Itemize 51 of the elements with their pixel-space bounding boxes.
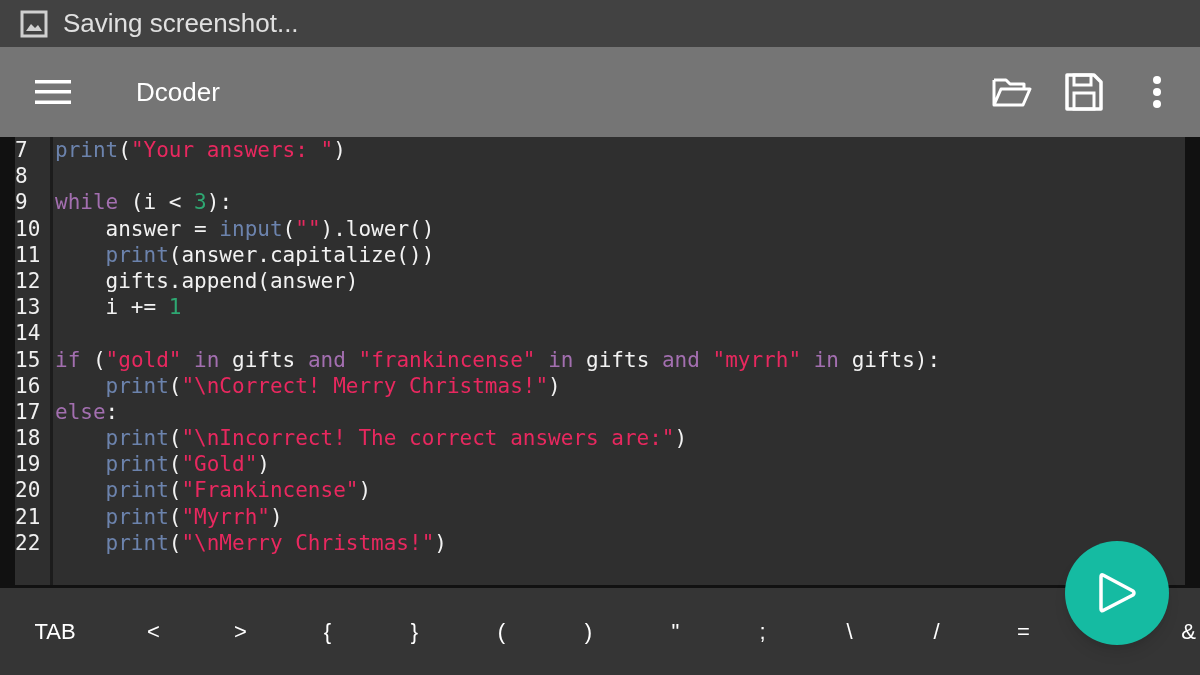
code-line: print("Gold") [105,452,270,477]
line-number: 7 [15,138,28,162]
line-number: 21 [15,504,41,529]
symbol-key[interactable]: = [980,601,1067,662]
code-line: answer = input("").lower() [105,216,435,241]
line-number: 11 [15,242,41,267]
code-line: print("\nCorrect! Merry Christmas!") [105,373,561,398]
line-number: 10 [15,216,41,241]
symbol-key[interactable]: / [893,601,980,662]
symbol-key[interactable]: ; [719,601,806,662]
menu-icon[interactable] [35,79,71,105]
line-number: 14 [15,321,41,346]
line-number: 12 [15,268,41,293]
line-number: 18 [15,426,41,451]
save-icon[interactable] [1065,73,1103,111]
app-title: Dcoder [136,75,220,109]
symbol-key[interactable]: { [284,601,371,662]
symbol-key[interactable]: > [197,601,284,662]
code-line: i += 1 [105,295,182,320]
line-number: 16 [15,373,41,398]
symbol-key[interactable]: \ [806,601,893,662]
code-line: while (i < 3): [55,190,233,215]
symbol-key[interactable]: ) [545,601,632,662]
line-number: 9 [15,190,28,215]
line-number: 22 [15,530,41,555]
code-line: if ("gold" in gifts and "frankincense" in gifts and "myrrh" in gifts): [55,347,941,372]
symbol-key[interactable]: " [632,601,719,662]
line-number: 13 [15,295,41,320]
code-line: print("\nMerry Christmas!") [105,530,447,555]
code-line: print("\nIncorrect! The correct answers are:") [105,426,688,451]
symbol-key[interactable]: TAB [0,601,110,662]
code-line: print("Frankincense") [105,478,372,503]
symbol-key[interactable]: ( [458,601,545,662]
symbol-key[interactable]: < [110,601,197,662]
symbol-key[interactable]: } [371,601,458,662]
code-line: print("Your answers: ") [55,138,346,162]
line-number: 20 [15,478,41,503]
code-line: else: [55,399,119,424]
notification-text: Saving screenshot... [63,7,299,40]
code-line: print("Myrrh") [105,504,283,529]
code-line: gifts.append(answer) [105,268,359,293]
folder-icon[interactable] [992,76,1032,108]
line-number: 17 [15,399,41,424]
image-icon [20,9,48,38]
more-options-icon[interactable] [1152,76,1162,108]
symbol-key[interactable]: & [1177,601,1200,662]
code-editor[interactable] [15,137,1185,585]
line-number: 8 [15,164,28,189]
code-line: print(answer.capitalize()) [105,242,435,267]
line-number: 15 [15,347,41,372]
line-number: 19 [15,452,41,477]
